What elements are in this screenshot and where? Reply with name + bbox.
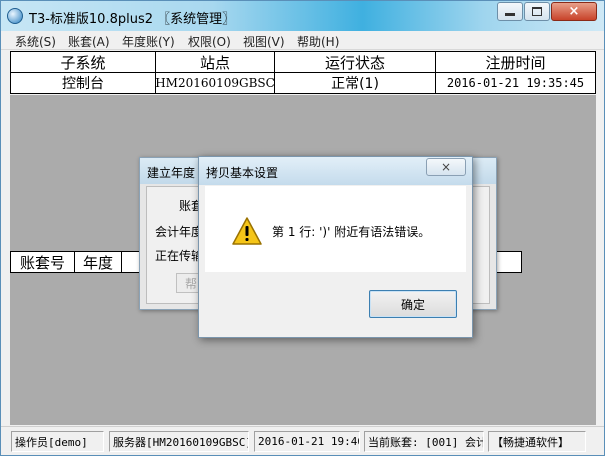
close-icon: ×	[440, 160, 452, 174]
menu-system[interactable]: 系统(S)	[15, 33, 56, 50]
menu-view[interactable]: 视图(V)	[243, 33, 285, 50]
message-dialog-close-button[interactable]: ×	[426, 158, 466, 176]
subsystem-grid: 子系统 站点 运行状态 注册时间 控制台 HM20160109GBSC 正常(1…	[10, 51, 596, 94]
status-operator: 操作员[demo]	[11, 431, 104, 452]
minimize-button[interactable]	[497, 2, 523, 21]
grid-cell-subsystem[interactable]: 控制台	[11, 73, 156, 93]
message-dialog-body: 第 1 行: ')' 附近有语法错误。	[205, 186, 466, 272]
maximize-button[interactable]	[524, 2, 550, 21]
close-icon: ×	[568, 4, 580, 19]
menu-help[interactable]: 帮助(H)	[297, 33, 339, 50]
grid2-header-account-no[interactable]: 账套号	[11, 252, 75, 272]
grid-cell-site[interactable]: HM20160109GBSC	[155, 73, 275, 93]
grid-cell-register-time[interactable]: 2016-01-21 19:35:45	[436, 73, 595, 93]
status-datetime: 2016-01-21 19:46	[254, 431, 360, 452]
minimize-icon	[505, 13, 515, 16]
warning-icon	[232, 217, 262, 245]
grid-header-subsystem[interactable]: 子系统	[11, 52, 156, 73]
window-title: T3-标准版10.8plus2 〖系统管理〗	[29, 12, 236, 27]
grid-header-status[interactable]: 运行状态	[275, 52, 436, 73]
transferring-label: 正在传输	[155, 249, 204, 263]
grid-cell-status[interactable]: 正常(1)	[275, 73, 436, 93]
maximize-icon	[532, 7, 542, 16]
grid-header-register-time[interactable]: 注册时间	[436, 52, 595, 73]
close-button[interactable]: ×	[551, 2, 597, 21]
ok-button[interactable]: 确定	[369, 290, 457, 318]
title-bar[interactable]: T3-标准版10.8plus2 〖系统管理〗 ×	[1, 1, 604, 31]
grid-header-site[interactable]: 站点	[156, 52, 275, 73]
app-icon	[7, 8, 23, 24]
fiscal-year-label: 会计年度	[155, 225, 204, 239]
create-year-dialog-title: 建立年度	[147, 166, 196, 180]
main-window: T3-标准版10.8plus2 〖系统管理〗 × 系统(S) 账套(A) 年度账…	[0, 0, 605, 456]
grid2-header-year[interactable]: 年度	[75, 252, 122, 272]
menu-year-account[interactable]: 年度账(Y)	[122, 33, 175, 50]
status-bar: 操作员[demo] 服务器[HM20160109GBSC] 2016-01-21…	[1, 426, 604, 455]
message-dialog-titlebar[interactable]: 拷贝基本设置 ×	[199, 157, 472, 185]
error-message: 第 1 行: ')' 附近有语法错误。	[272, 225, 431, 239]
status-current-account: 当前账套: [001] 会计	[364, 431, 484, 452]
status-server: 服务器[HM20160109GBSC]	[109, 431, 249, 452]
menu-account-set[interactable]: 账套(A)	[68, 33, 110, 50]
message-dialog: 拷贝基本设置 × 第 1 行: ')' 附近有语法错误。 确定	[198, 156, 473, 338]
status-brand: 【畅捷通软件】	[488, 431, 586, 452]
menu-bar: 系统(S) 账套(A) 年度账(Y) 权限(O) 视图(V) 帮助(H)	[1, 31, 604, 50]
menu-permissions[interactable]: 权限(O)	[188, 33, 231, 50]
message-dialog-title: 拷贝基本设置	[206, 166, 279, 180]
